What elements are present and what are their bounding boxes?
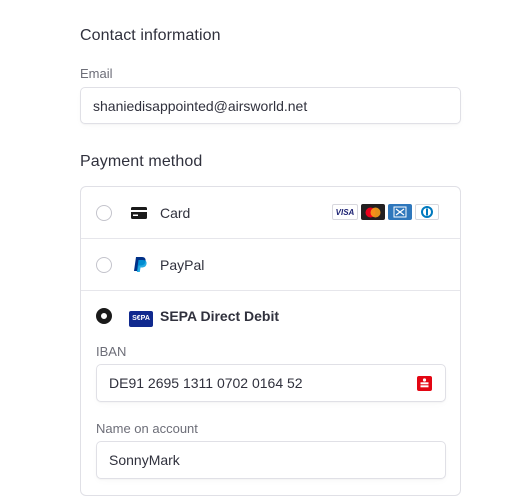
name-on-account-label: Name on account <box>96 421 198 436</box>
payment-option-sepa[interactable]: S€PA SEPA Direct Debit IBAN DE91 2695 13… <box>81 291 460 495</box>
sepa-radio[interactable] <box>96 308 112 324</box>
payment-option-paypal[interactable]: PayPal <box>81 239 460 290</box>
card-icon <box>131 206 147 224</box>
name-on-account-field[interactable]: SonnyMark <box>96 441 446 479</box>
paypal-radio[interactable] <box>96 257 112 273</box>
bank-icon <box>417 376 432 391</box>
email-field[interactable]: shaniedisappointed@airsworld.net <box>80 87 461 124</box>
mastercard-icon <box>361 204 385 220</box>
diners-icon <box>415 204 439 220</box>
amex-icon <box>388 204 412 220</box>
sepa-icon: S€PA <box>129 307 153 327</box>
sepa-badge: S€PA <box>129 311 153 327</box>
email-label: Email <box>80 66 113 81</box>
payment-section-title: Payment method <box>80 153 203 170</box>
card-label: Card <box>160 205 191 221</box>
paypal-icon <box>133 256 147 278</box>
name-on-account-value: SonnyMark <box>109 452 180 468</box>
iban-value: DE91 2695 1311 0702 0164 52 <box>109 375 303 391</box>
payment-option-card[interactable]: Card VISA <box>81 187 460 238</box>
card-radio[interactable] <box>96 205 112 221</box>
iban-field[interactable]: DE91 2695 1311 0702 0164 52 <box>96 364 446 402</box>
iban-label: IBAN <box>96 344 127 359</box>
contact-section-title: Contact information <box>80 27 221 44</box>
visa-icon: VISA <box>332 204 358 220</box>
payment-method-accordion: Card VISA PayPal S€PA SEPA Direct Debit … <box>80 186 461 496</box>
paypal-label: PayPal <box>160 257 205 273</box>
sepa-label: SEPA Direct Debit <box>160 308 280 324</box>
email-value: shaniedisappointed@airsworld.net <box>93 97 308 114</box>
